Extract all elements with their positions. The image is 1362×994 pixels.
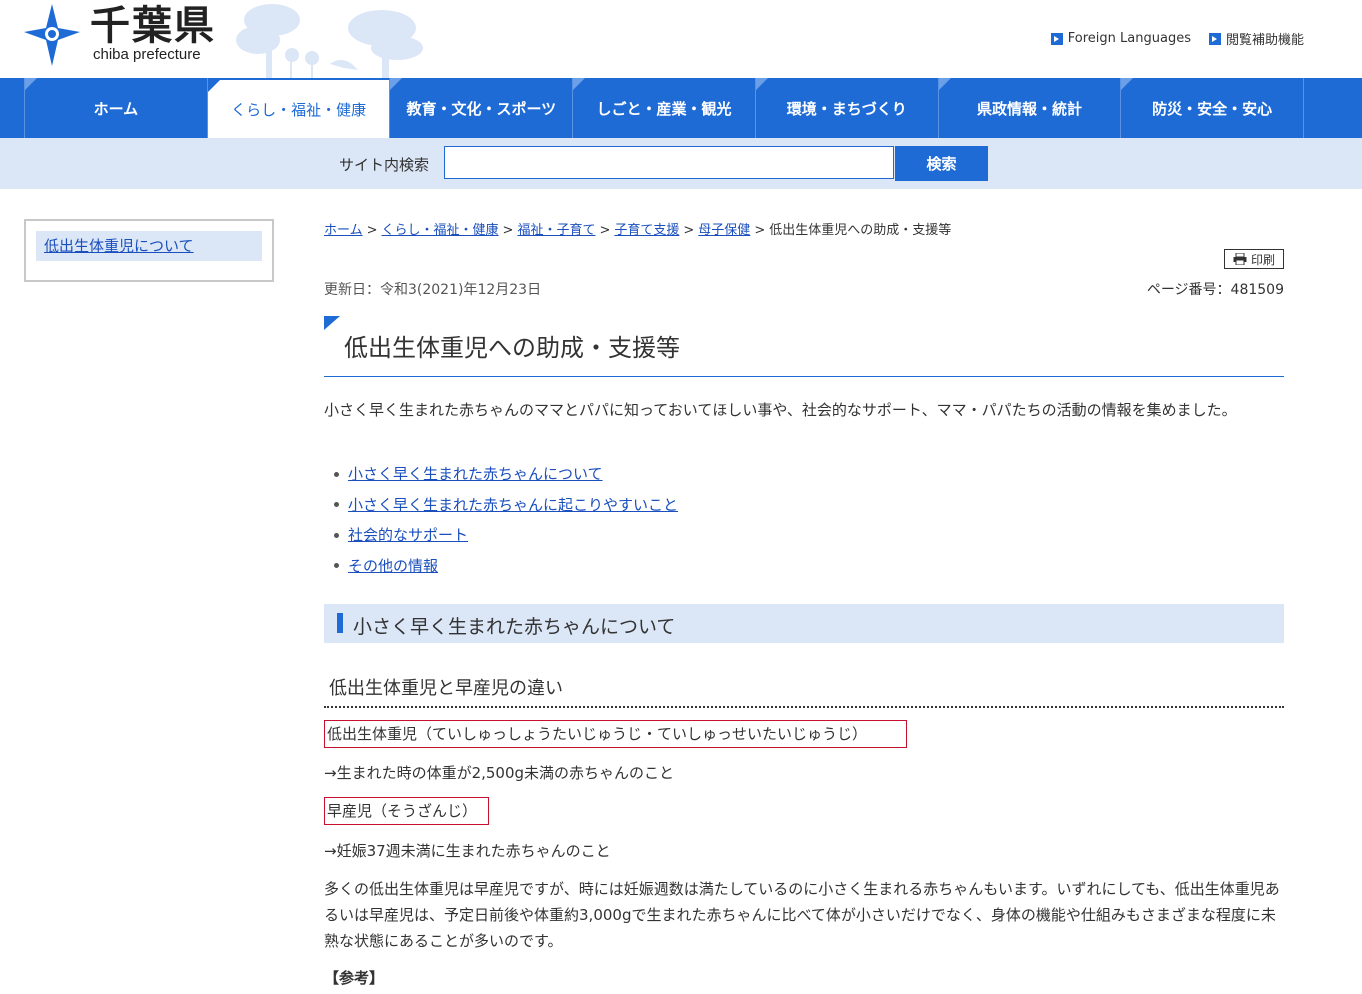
breadcrumb-separator: >: [754, 223, 766, 238]
nav-work-industry-tourism[interactable]: しごと・産業・観光: [573, 78, 756, 138]
logo-subtitle[interactable]: chiba prefecture: [93, 46, 201, 63]
breadcrumb-current: 低出生体重児への助成・支援等: [769, 223, 952, 238]
nav-home-label: ホーム: [93, 99, 139, 118]
foreign-languages-link[interactable]: Foreign Languages: [1050, 29, 1191, 48]
toc-link-support[interactable]: 社会的なサポート: [348, 520, 468, 551]
nav-prefecture-label: 県政情報・統計: [976, 99, 1082, 118]
breadcrumb-childcare[interactable]: 子育て支援: [614, 223, 679, 238]
print-label: 印刷: [1250, 252, 1275, 267]
section-heading: 小さく早く生まれた赤ちゃんについて: [353, 616, 676, 638]
term-premature: 早産児（そうざんじ）: [324, 797, 489, 825]
sidebar-link-low-birth-weight[interactable]: 低出生体重児について: [44, 237, 194, 255]
nav-education-label: 教育・文化・スポーツ: [406, 99, 557, 118]
main-content: ホーム > くらし・福祉・健康 > 福祉・子育て > 子育て支援 > 母子保健 > 低出生体重児への…: [324, 219, 1284, 987]
nav-education-culture-sports[interactable]: 教育・文化・スポーツ: [390, 78, 574, 138]
breadcrumb-home[interactable]: ホーム: [324, 223, 363, 238]
page-title-block: 低出生体重児への助成・支援等: [324, 316, 1284, 377]
breadcrumb-welfare[interactable]: 福祉・子育て: [517, 223, 595, 238]
accessibility-link[interactable]: 閲覧補助機能: [1208, 29, 1304, 48]
arrow-right-icon: [1050, 32, 1063, 45]
search-label: サイト内検索: [339, 156, 430, 174]
toc-link-other[interactable]: その他の情報: [348, 551, 438, 582]
nav-environment-town[interactable]: 環境・まちづくり: [755, 78, 939, 138]
nav-work-label: しごと・産業・観光: [596, 99, 732, 118]
sidebar: 低出生体重児について: [24, 219, 274, 282]
toc-link-issues[interactable]: 小さく早く生まれた赤ちゃんに起こりやすいこと: [348, 490, 678, 521]
breadcrumb-separator: >: [683, 223, 695, 238]
nav-environment-label: 環境・まちづくり: [786, 99, 907, 118]
foreign-languages-label: Foreign Languages: [1067, 31, 1191, 46]
nav-disaster-label: 防災・安全・安心: [1152, 99, 1273, 118]
breadcrumb-living[interactable]: くらし・福祉・健康: [382, 223, 499, 238]
breadcrumb-separator: >: [599, 223, 611, 238]
table-of-contents: 小さく早く生まれた赤ちゃんについて 小さく早く生まれた赤ちゃんに起こりやすいこと…: [334, 459, 678, 581]
section-heading-block: 小さく早く生まれた赤ちゃんについて: [324, 604, 1284, 643]
toc-item: 社会的なサポート: [334, 520, 678, 551]
nav-prefecture-info[interactable]: 県政情報・統計: [938, 78, 1122, 138]
toc-link-about[interactable]: 小さく早く生まれた赤ちゃんについて: [348, 459, 603, 490]
title-triangle-icon: [324, 316, 340, 330]
arrow-right-icon: [1208, 32, 1221, 45]
subheading: 低出生体重児と早産児の違い: [329, 678, 563, 699]
site-search-bar: サイト内検索 検索: [0, 138, 1362, 189]
breadcrumb-separator: >: [366, 223, 378, 238]
nav-living-label: くらし・福祉・健康: [231, 100, 367, 119]
toc-item: 小さく早く生まれた赤ちゃんに起こりやすいこと: [334, 490, 678, 521]
global-nav: ホーム くらし・福祉・健康 教育・文化・スポーツ しごと・産業・観光 環境・まち…: [0, 78, 1362, 138]
page-title: 低出生体重児への助成・支援等: [344, 334, 680, 362]
breadcrumb-maternal[interactable]: 母子保健: [698, 223, 750, 238]
search-input[interactable]: [444, 146, 894, 179]
page-meta: 更新日：令和3(2021)年12月23日 ページ番号：481509: [324, 279, 1284, 299]
nav-disaster-safety[interactable]: 防災・安全・安心: [1121, 78, 1305, 138]
subheading-block: 低出生体重児と早産児の違い: [324, 674, 1284, 708]
sidebar-item-low-birth-weight: 低出生体重児について: [36, 231, 262, 261]
body-paragraph: 多くの低出生体重児は早産児ですが、時には妊娠週数は満たしているのに小さく生まれる…: [324, 880, 1280, 950]
search-button[interactable]: 検索: [895, 146, 988, 181]
toc-item: 小さく早く生まれた赤ちゃんについて: [334, 459, 678, 490]
updated-date: 更新日：令和3(2021)年12月23日: [324, 282, 542, 298]
term-low-birth-weight: 低出生体重児（ていしゅっしょうたいじゅうじ・ていしゅっせいたいじゅうじ）: [324, 720, 907, 748]
intro-text: 小さく早く生まれた赤ちゃんのママとパパに知っておいてほしい事や、社会的なサポート…: [324, 401, 1237, 419]
site-header: 千葉県 chiba prefecture Foreign Languages 閲…: [0, 0, 1362, 78]
decorative-trees-icon: [236, 4, 423, 78]
page-number: ページ番号：481509: [1146, 282, 1284, 298]
heading-bar-icon: [337, 613, 343, 633]
nav-living-welfare-health[interactable]: くらし・福祉・健康: [207, 78, 391, 138]
reference-heading: 【参考】: [324, 969, 385, 987]
chiba-emblem-icon[interactable]: [22, 2, 82, 68]
printer-icon: [1233, 253, 1247, 265]
header-links: Foreign Languages 閲覧補助機能: [1050, 29, 1304, 48]
nav-home[interactable]: ホーム: [24, 78, 208, 138]
definition-low-birth-weight: →生まれた時の体重が2,500g未満の赤ちゃんのこと: [324, 764, 675, 782]
breadcrumb: ホーム > くらし・福祉・健康 > 福祉・子育て > 子育て支援 > 母子保健 > 低出生体重児への…: [324, 219, 1284, 243]
accessibility-label: 閲覧補助機能: [1225, 33, 1304, 48]
definition-premature: →妊娠37週未満に生まれた赤ちゃんのこと: [324, 842, 611, 860]
toc-item: その他の情報: [334, 551, 678, 582]
logo-title[interactable]: 千葉県: [90, 2, 216, 50]
breadcrumb-separator: >: [502, 223, 514, 238]
print-button[interactable]: 印刷: [1224, 249, 1284, 269]
